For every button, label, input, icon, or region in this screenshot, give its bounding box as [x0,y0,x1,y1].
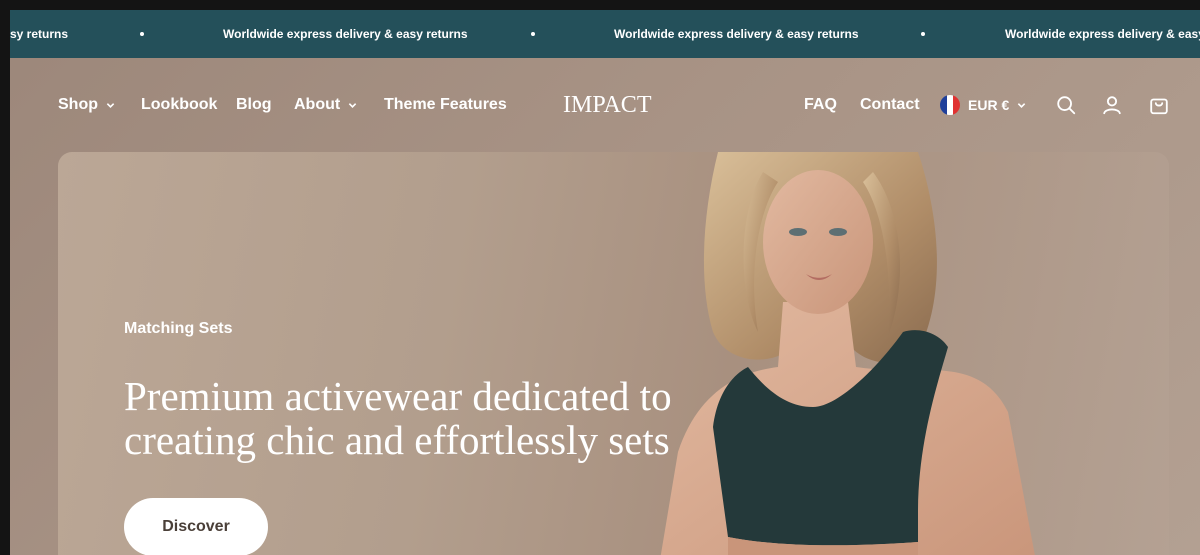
window-left-edge [0,0,10,555]
window-top-edge [0,0,1200,10]
chevron-down-icon [348,102,357,108]
announcement-separator-dot [140,32,144,36]
hero-banner: Matching Sets Premium activewear dedicat… [58,152,1169,555]
nav-item-shop[interactable]: Shop [58,92,115,118]
search-icon[interactable] [1054,93,1078,117]
announcement-message: sy returns [10,27,69,41]
announcement-message: Worldwide express delivery & easy re [1005,27,1200,41]
currency-selector[interactable]: EUR € [940,92,1026,118]
discover-button[interactable]: Discover [124,498,268,555]
chevron-down-icon [1018,102,1026,108]
announcement-message: Worldwide express delivery & easy return… [223,27,468,41]
hero-model-image [660,152,1035,555]
nav-item-faq[interactable]: FAQ [804,92,837,118]
nav-item-label: Shop [58,96,98,113]
announcement-bar: sy returns Worldwide express delivery & … [10,10,1200,58]
storefront-page: sy returns Worldwide express delivery & … [10,10,1200,555]
nav-item-label: Lookbook [141,96,218,113]
nav-item-label: Contact [860,96,920,113]
nav-item-lookbook[interactable]: Lookbook [141,92,217,118]
france-flag-icon [940,95,960,115]
nav-item-about[interactable]: About [294,92,357,118]
hero-heading: Premium activewear dedicated to creating… [124,373,672,463]
hero-eyebrow-text: Matching Sets [124,320,233,337]
nav-item-label: Blog [236,96,272,113]
account-icon[interactable] [1100,93,1124,117]
site-header: Shop Lookbook Blog About Theme Features … [10,58,1200,152]
nav-item-blog[interactable]: Blog [236,92,272,118]
nav-item-label: Theme Features [384,96,507,113]
announcement-separator-dot [531,32,535,36]
nav-item-contact[interactable]: Contact [860,92,920,118]
announcement-separator-dot [921,32,925,36]
chevron-down-icon [106,102,115,108]
site-logo[interactable]: IMPACT [563,88,651,122]
currency-label: EUR € [968,97,1010,113]
nav-item-label: About [294,96,341,113]
announcement-message: Worldwide express delivery & easy return… [614,27,859,41]
cart-icon[interactable] [1147,93,1171,117]
nav-item-label: FAQ [804,96,837,113]
nav-item-theme-features[interactable]: Theme Features [384,92,507,118]
